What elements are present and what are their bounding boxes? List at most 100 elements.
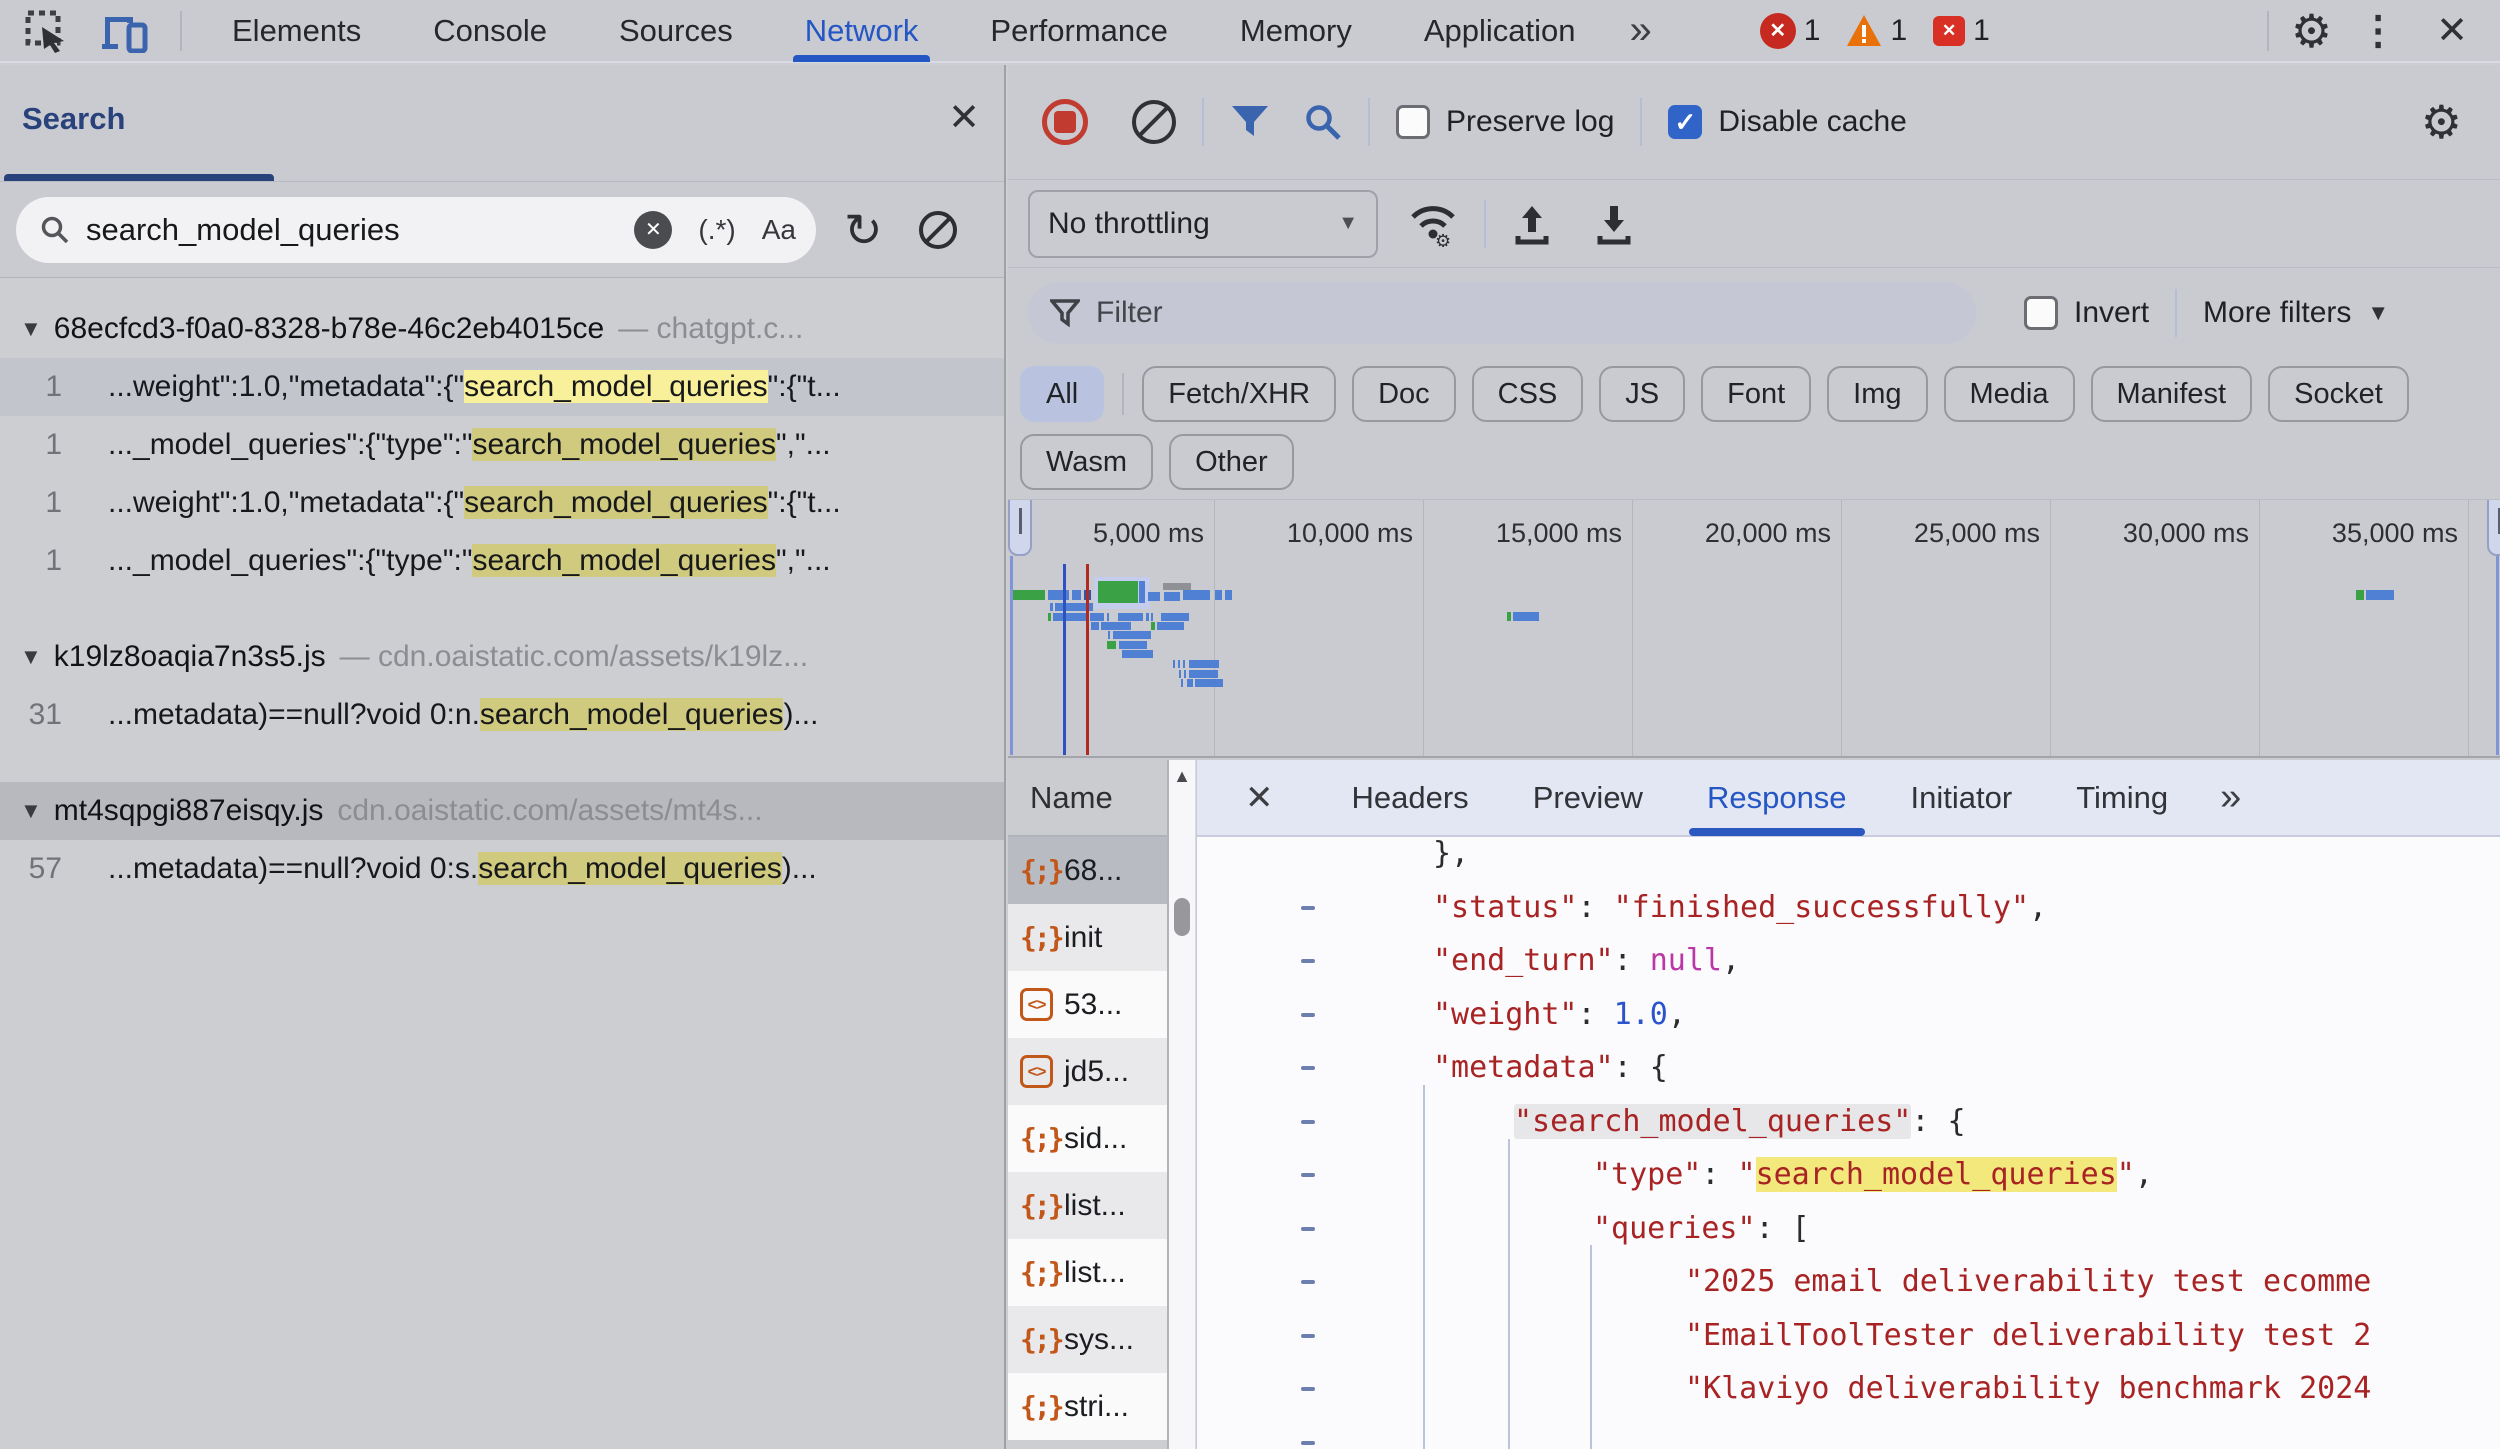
chip-all[interactable]: All	[1020, 366, 1104, 422]
invert-checkbox[interactable]	[2024, 296, 2058, 330]
settings-gear-icon[interactable]: ⚙	[2291, 8, 2332, 54]
overview-left-grip[interactable]	[1008, 500, 1032, 556]
fold-marker-icon[interactable]	[1301, 1013, 1315, 1017]
chip-css[interactable]: CSS	[1472, 366, 1584, 422]
fold-marker-icon[interactable]	[1301, 959, 1315, 963]
device-toolbar-icon[interactable]	[92, 3, 158, 59]
chip-socket[interactable]: Socket	[2268, 366, 2409, 422]
detail-tab-initiator[interactable]: Initiator	[1879, 759, 2045, 836]
record-network-log-icon[interactable]	[1042, 99, 1088, 145]
chip-wasm[interactable]: Wasm	[1020, 434, 1153, 490]
request-row[interactable]: {;}68...	[1008, 837, 1167, 904]
tab-application[interactable]: Application	[1388, 0, 1612, 62]
refresh-search-icon[interactable]: ↻	[844, 207, 883, 253]
regex-toggle[interactable]: (.*)	[698, 214, 735, 246]
network-settings-gear-icon[interactable]: ⚙	[2421, 99, 2462, 145]
tab-memory[interactable]: Memory	[1204, 0, 1388, 62]
search-match-row[interactable]: 57...metadata)==null?void 0:s.search_mod…	[0, 840, 1004, 898]
request-row[interactable]: {;}list...	[1008, 1172, 1167, 1239]
search-result-group[interactable]: ▼mt4sqpgi887eisqy.jscdn.oaistatic.com/as…	[0, 782, 1004, 840]
fold-marker-icon[interactable]	[1301, 1173, 1315, 1177]
warning-badge[interactable]: 1	[1846, 14, 1907, 48]
search-result-group[interactable]: ▼68ecfcd3-f0a0-8328-b78e-46c2eb4015ce— c…	[0, 300, 1004, 358]
tab-console[interactable]: Console	[397, 0, 583, 62]
chip-fetch-xhr[interactable]: Fetch/XHR	[1142, 366, 1336, 422]
chip-font[interactable]: Font	[1701, 366, 1811, 422]
detail-tab-headers[interactable]: Headers	[1320, 759, 1501, 836]
fold-marker-icon[interactable]	[1301, 1441, 1315, 1445]
close-detail-icon[interactable]: ✕	[1245, 778, 1274, 818]
more-filters-button[interactable]: More filters	[2203, 296, 2351, 330]
search-result-group[interactable]: ▼k19lz8oaqia7n3s5.js— cdn.oaistatic.com/…	[0, 628, 1004, 686]
error-badge[interactable]: ✕ 1	[1760, 13, 1821, 49]
request-row[interactable]: <>jd5...	[1008, 1038, 1167, 1105]
request-row[interactable]: {;}init	[1008, 904, 1167, 971]
detail-tab-timing[interactable]: Timing	[2044, 759, 2200, 836]
timeline-gridline	[1632, 500, 1633, 756]
request-row[interactable]: <>53...	[1008, 971, 1167, 1038]
detail-tab-response[interactable]: Response	[1675, 759, 1879, 836]
filter-input[interactable]	[1096, 296, 1954, 330]
filter-toggle-icon[interactable]	[1230, 104, 1270, 140]
close-devtools-icon[interactable]: ✕	[2424, 8, 2480, 53]
fold-marker-icon[interactable]	[1301, 1120, 1315, 1124]
chip-js[interactable]: JS	[1599, 366, 1685, 422]
scrollbar-thumb[interactable]	[1174, 898, 1190, 936]
disable-cache-checkbox[interactable]: ✓	[1668, 105, 1702, 139]
chip-doc[interactable]: Doc	[1352, 366, 1456, 422]
response-body-viewer[interactable]: },"status": "finished_successfully","end…	[1197, 839, 2500, 1449]
chip-img[interactable]: Img	[1827, 366, 1927, 422]
match-suffix: )...	[782, 852, 817, 885]
search-match-row[interactable]: 1..._model_queries":{"type":"search_mode…	[0, 532, 1004, 590]
fold-marker-icon[interactable]	[1301, 1387, 1315, 1391]
fold-marker-icon[interactable]	[1301, 906, 1315, 910]
request-row[interactable]: {;}list...	[1008, 1239, 1167, 1306]
import-har-icon[interactable]	[1512, 202, 1552, 246]
search-match-row[interactable]: 1...weight":1.0,"metadata":{"search_mode…	[0, 474, 1004, 532]
search-match-row[interactable]: 1...weight":1.0,"metadata":{"search_mode…	[0, 358, 1004, 416]
case-sensitive-toggle[interactable]: Aa	[762, 214, 796, 246]
close-search-panel-icon[interactable]: ✕	[948, 95, 980, 140]
inspect-element-icon[interactable]	[18, 3, 74, 59]
network-conditions-icon[interactable]: ⚙	[1408, 201, 1458, 247]
chip-manifest[interactable]: Manifest	[2091, 366, 2253, 422]
overview-right-grip[interactable]	[2487, 500, 2500, 556]
requests-scrollbar[interactable]: ▲	[1169, 760, 1196, 1449]
scroll-up-icon[interactable]: ▲	[1169, 766, 1195, 787]
request-row[interactable]: {;}sid...	[1008, 1105, 1167, 1172]
network-search-icon[interactable]	[1304, 103, 1342, 141]
search-match-row[interactable]: 31...metadata)==null?void 0:n.search_mod…	[0, 686, 1004, 744]
preserve-log-checkbox[interactable]	[1396, 105, 1430, 139]
request-row[interactable]: {;}stri...	[1008, 1373, 1167, 1440]
toolbar-divider	[180, 11, 182, 51]
chip-other[interactable]: Other	[1169, 434, 1294, 490]
fold-marker-icon[interactable]	[1301, 1280, 1315, 1284]
code-line-content: "Klaviyo deliverability benchmark 2024	[1685, 1371, 2371, 1406]
more-detail-tabs-icon[interactable]: »	[2200, 776, 2261, 819]
network-overview-timeline[interactable]: 5,000 ms10,000 ms15,000 ms20,000 ms25,00…	[1008, 500, 2500, 758]
throttling-dropdown[interactable]: No throttling ▼	[1028, 190, 1378, 258]
tab-performance[interactable]: Performance	[954, 0, 1203, 62]
export-har-icon[interactable]	[1594, 202, 1634, 246]
filter-input-pill	[1028, 282, 1976, 344]
clear-search-icon[interactable]: ✕	[634, 211, 672, 249]
chip-media[interactable]: Media	[1944, 366, 2075, 422]
search-tab-label[interactable]: Search	[22, 101, 125, 137]
fold-marker-icon[interactable]	[1301, 1334, 1315, 1338]
request-row[interactable]: {;}sys...	[1008, 1306, 1167, 1373]
search-input[interactable]	[86, 212, 634, 248]
json-request-icon: {;}	[1020, 1189, 1064, 1222]
tab-elements[interactable]: Elements	[196, 0, 397, 62]
more-tabs-icon[interactable]: »	[1612, 8, 1670, 53]
search-match-row[interactable]: 1..._model_queries":{"type":"search_mode…	[0, 416, 1004, 474]
tab-network[interactable]: Network	[769, 0, 955, 62]
name-column-header[interactable]: Name	[1008, 760, 1167, 837]
tab-sources[interactable]: Sources	[583, 0, 769, 62]
detail-tab-preview[interactable]: Preview	[1501, 759, 1675, 836]
fold-marker-icon[interactable]	[1301, 1066, 1315, 1070]
clear-network-log-icon[interactable]	[1132, 100, 1176, 144]
clear-search-results-icon[interactable]	[919, 211, 957, 249]
kebab-menu-icon[interactable]: ⋮	[2340, 8, 2416, 54]
fold-marker-icon[interactable]	[1301, 1227, 1315, 1231]
issues-badge[interactable]: ✕ 1	[1933, 14, 1990, 48]
